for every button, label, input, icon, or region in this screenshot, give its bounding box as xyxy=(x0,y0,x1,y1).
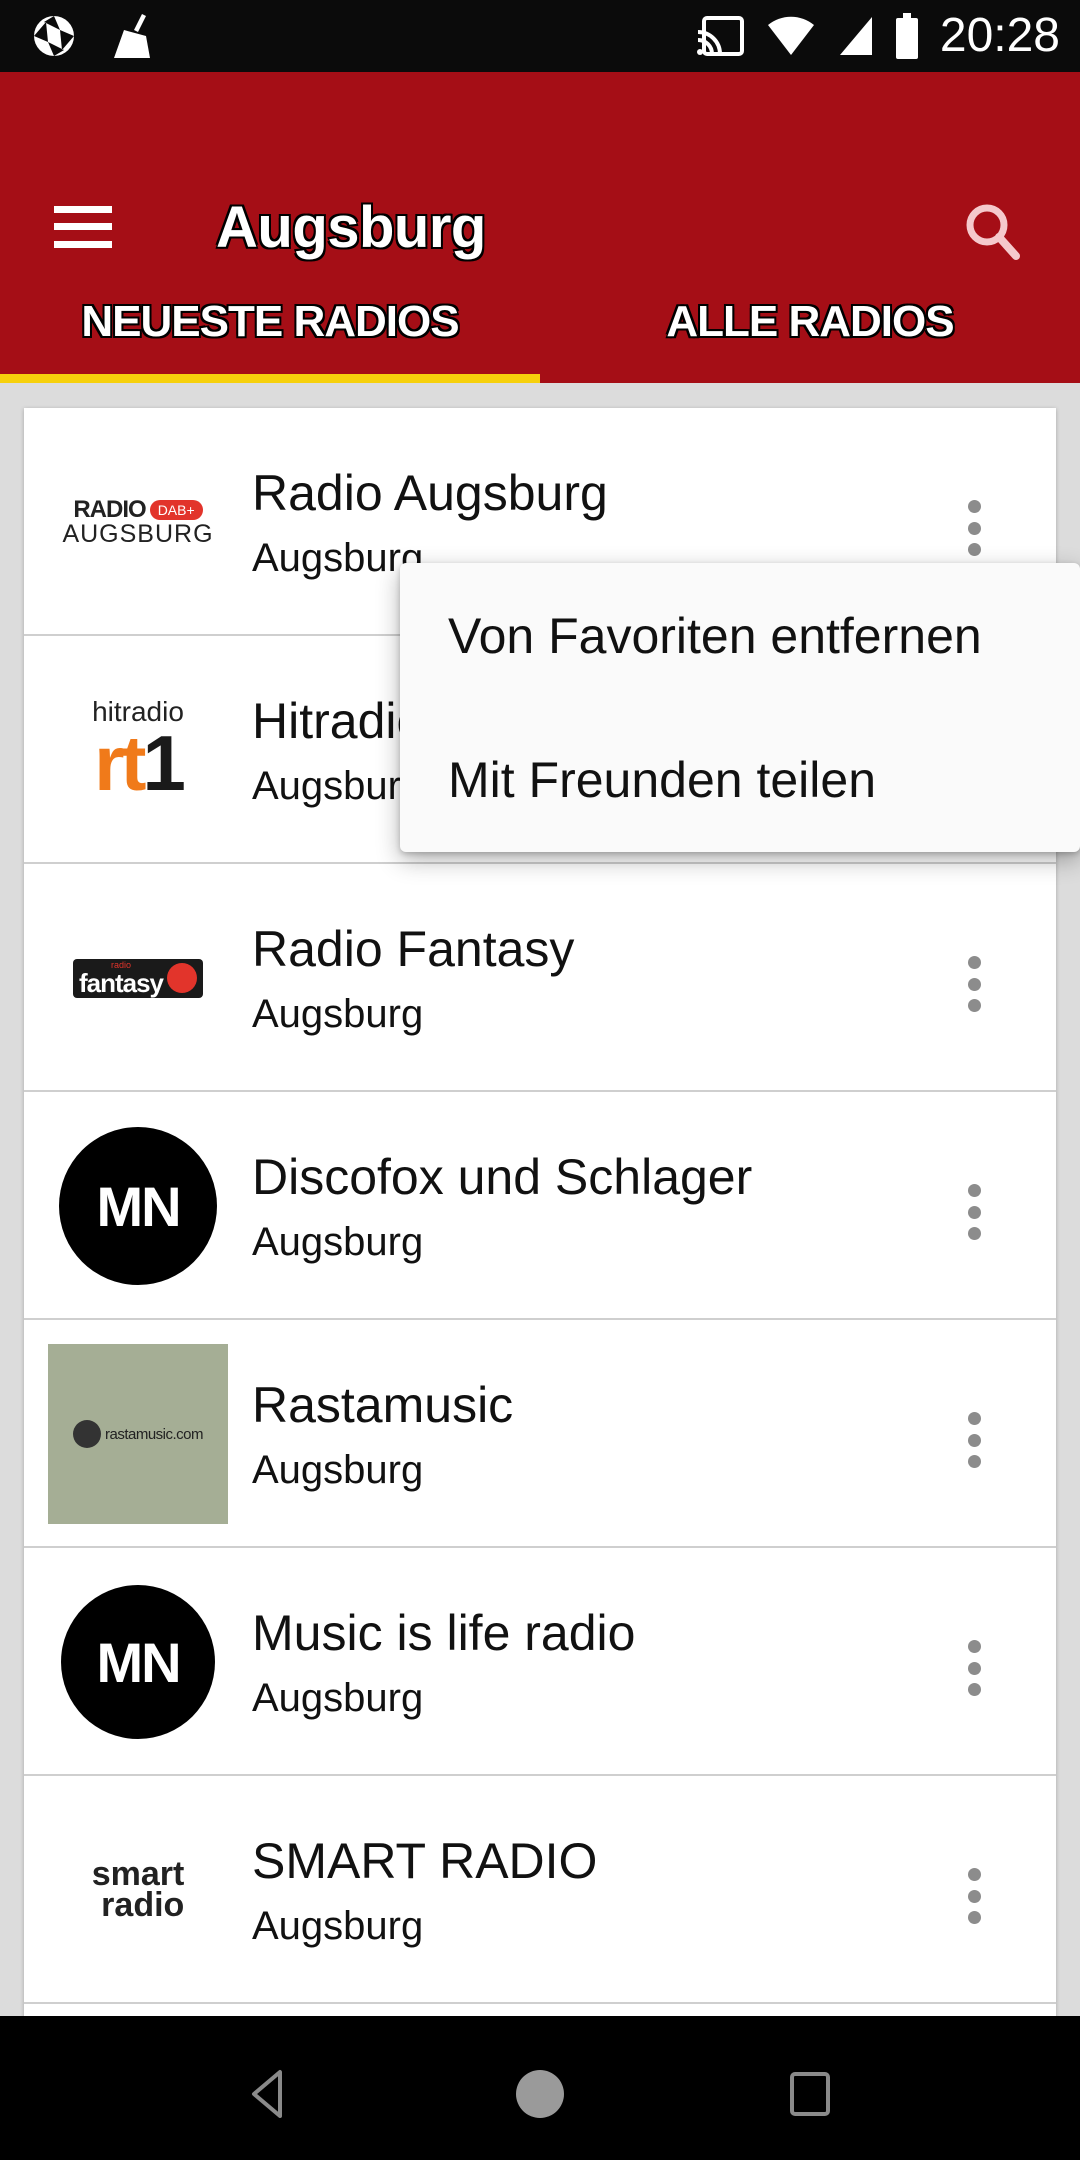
more-options-icon[interactable] xyxy=(964,1412,984,1468)
logo-text: fantasy xyxy=(78,967,164,998)
station-name: Rastamusic xyxy=(252,1377,514,1433)
battery-icon xyxy=(895,12,918,59)
station-row[interactable]: MN Music is life radio Augsburg xyxy=(24,1548,1056,1776)
station-logo: radio fantasy xyxy=(48,908,228,1048)
logo-text: 1 xyxy=(142,719,185,807)
station-row[interactable]: smart radio SMART RADIO Augsburg xyxy=(24,1776,1056,2004)
clock: 20:28 xyxy=(939,9,1060,62)
logo-badge: DAB+ xyxy=(149,499,203,520)
station-logo: RADIO DAB+ AUGSBURG xyxy=(48,452,228,592)
station-name: Music is life radio xyxy=(252,1605,636,1661)
recents-icon[interactable] xyxy=(770,2054,850,2134)
status-bar: 20:28 xyxy=(0,0,1080,72)
aperture-icon xyxy=(34,16,74,56)
menu-item-remove-favorite[interactable]: Von Favoriten entfernen xyxy=(448,607,982,665)
station-logo: MN xyxy=(48,1585,228,1739)
app-toolbar: Augsburg NEUESTE RADIOS ALLE RADIOS xyxy=(0,72,1080,383)
more-options-icon[interactable] xyxy=(964,500,984,556)
station-location: Augsburg xyxy=(252,764,424,808)
station-row[interactable]: MN Discofox und Schlager Augsburg xyxy=(24,1092,1056,1320)
signal-icon xyxy=(839,16,872,55)
station-location: Augsburg xyxy=(252,1220,424,1264)
menu-item-share[interactable]: Mit Freunden teilen xyxy=(448,751,876,809)
logo-text: MN xyxy=(59,1127,217,1285)
station-location: Augsburg xyxy=(252,1676,424,1720)
system-nav-bar xyxy=(0,2016,1080,2160)
page-title: Augsburg xyxy=(216,195,486,260)
hamburger-menu-icon[interactable] xyxy=(54,206,112,248)
logo-text: radio xyxy=(101,1886,185,1924)
station-row[interactable]: rastamusic.com Rastamusic Augsburg xyxy=(24,1320,1056,1548)
wifi-icon xyxy=(767,16,814,55)
station-logo: rastamusic.com xyxy=(48,1344,228,1524)
more-options-icon[interactable] xyxy=(964,1640,984,1696)
tab-bar: NEUESTE RADIOS ALLE RADIOS xyxy=(0,270,1080,383)
home-icon[interactable] xyxy=(500,2054,580,2134)
station-row[interactable]: radio fantasy Radio Fantasy Augsburg xyxy=(24,864,1056,1092)
tab-alle-radios[interactable]: ALLE RADIOS xyxy=(540,270,1080,383)
station-location: Augsburg xyxy=(252,1448,424,1492)
station-location: Augsburg xyxy=(252,992,424,1036)
context-menu: Von Favoriten entfernen Mit Freunden tei… xyxy=(400,563,1080,852)
logo-text: rastamusic.com xyxy=(104,1425,204,1443)
station-location: Augsburg xyxy=(252,536,424,580)
station-logo: hitradio rt1 xyxy=(48,680,228,820)
logo-text: AUGSBURG xyxy=(62,519,214,548)
station-logo: smart radio xyxy=(48,1820,228,1960)
logo-text: RADIO xyxy=(73,495,146,523)
station-logo: MN xyxy=(48,1127,228,1285)
tab-label: NEUESTE RADIOS xyxy=(81,296,459,346)
station-name: Discofox und Schlager xyxy=(252,1149,753,1205)
station-name: SMART RADIO xyxy=(252,1833,598,1889)
more-options-icon[interactable] xyxy=(964,956,984,1012)
logo-text: rt xyxy=(94,719,146,807)
logo-text: MN xyxy=(61,1585,215,1739)
station-name: Radio Fantasy xyxy=(252,921,575,977)
station-location: Augsburg xyxy=(252,1904,424,1948)
tab-neueste-radios[interactable]: NEUESTE RADIOS xyxy=(0,270,540,383)
tab-indicator xyxy=(0,374,540,383)
search-icon[interactable] xyxy=(960,198,1030,268)
back-icon[interactable] xyxy=(230,2054,310,2134)
more-options-icon[interactable] xyxy=(964,1184,984,1240)
cast-icon xyxy=(696,15,744,56)
tab-label: ALLE RADIOS xyxy=(666,296,954,346)
station-name: Radio Augsburg xyxy=(252,465,608,521)
more-options-icon[interactable] xyxy=(964,1868,984,1924)
broom-icon xyxy=(114,14,150,58)
